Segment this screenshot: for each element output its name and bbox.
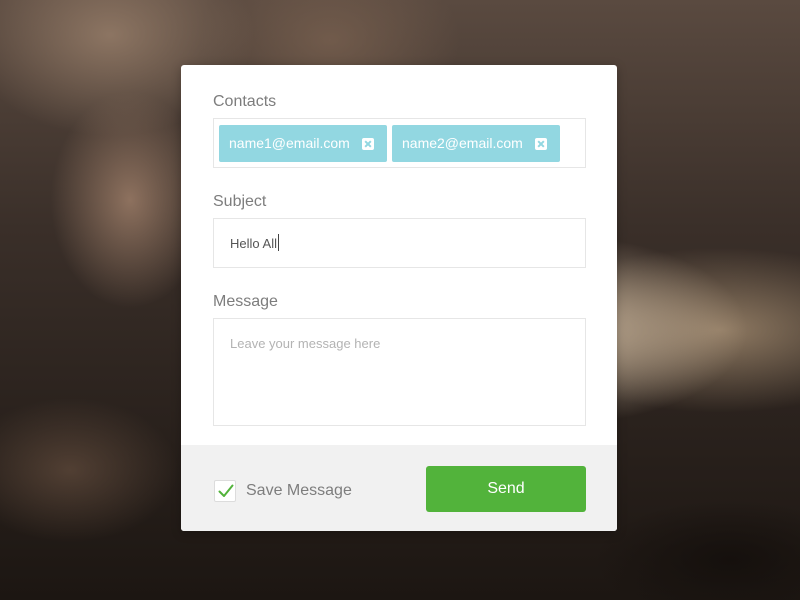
contact-chip[interactable]: name2@email.com	[392, 125, 560, 162]
contact-chip-email: name1@email.com	[229, 135, 350, 151]
save-message-checkbox[interactable]	[214, 480, 236, 502]
contact-chip-email: name2@email.com	[402, 135, 523, 151]
contacts-field[interactable]: name1@email.com name2@email.com	[213, 118, 586, 168]
close-icon[interactable]	[362, 138, 374, 150]
save-message-label[interactable]: Save Message	[246, 482, 352, 500]
form-footer: Save Message Send	[181, 445, 617, 531]
subject-value: Hello All	[230, 236, 277, 251]
subject-label: Subject	[213, 193, 267, 210]
message-textarea[interactable]: Leave your message here	[213, 318, 586, 426]
checkmark-icon	[218, 484, 234, 497]
message-placeholder: Leave your message here	[230, 336, 381, 351]
contact-chip[interactable]: name1@email.com	[219, 125, 387, 162]
contacts-label: Contacts	[213, 93, 277, 110]
subject-input[interactable]: Hello All	[213, 218, 586, 268]
close-icon[interactable]	[535, 138, 547, 150]
send-button[interactable]: Send	[426, 466, 586, 512]
message-label: Message	[213, 293, 278, 310]
compose-message-card: Contacts name1@email.com name2@email.com…	[181, 65, 617, 531]
text-caret	[277, 234, 279, 251]
